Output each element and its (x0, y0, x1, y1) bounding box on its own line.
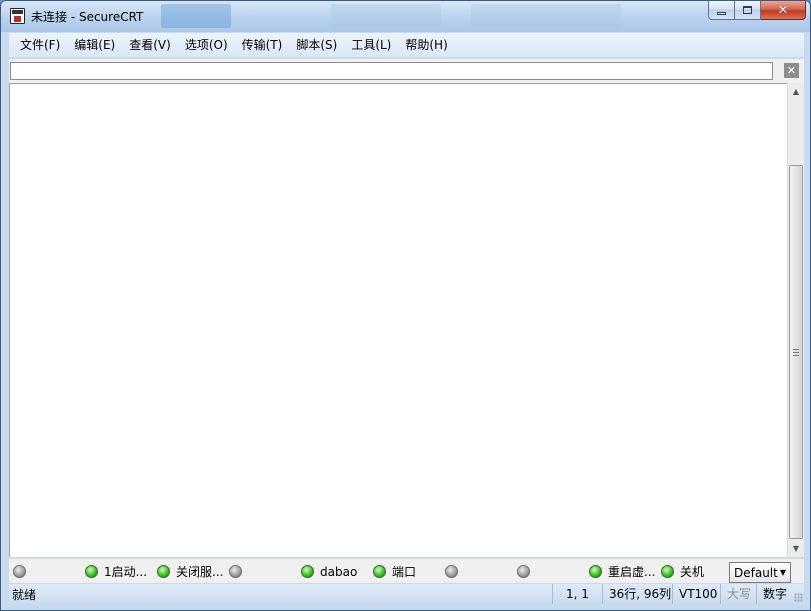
led-grey-icon (229, 565, 242, 578)
menu-edit[interactable]: 编辑(E) (67, 34, 122, 56)
status-num: 数字 (756, 584, 792, 604)
menu-script[interactable]: 脚本(S) (289, 34, 344, 56)
command-close-icon[interactable]: ✕ (784, 63, 799, 78)
securecrt-app-icon[interactable] (10, 8, 25, 24)
menu-view[interactable]: 查看(V) (122, 34, 178, 56)
chevron-down-icon: ▼ (779, 568, 786, 577)
button-label: dabao (320, 564, 358, 579)
led-grey-icon (517, 565, 530, 578)
vertical-scrollbar[interactable]: ▲ ▼ (787, 83, 804, 557)
window-title: 未连接 - SecureCRT (31, 10, 144, 24)
menu-file[interactable]: 文件(F) (13, 34, 67, 56)
status-ready: 就绪 (12, 587, 37, 602)
status-emulation: VT100 (672, 584, 720, 604)
maximize-button[interactable] (735, 1, 761, 20)
menu-tools[interactable]: 工具(L) (344, 34, 398, 56)
button-bar-button[interactable] (13, 563, 32, 580)
button-label: 关闭服... (176, 565, 224, 579)
led-green-icon (157, 565, 170, 578)
background-ghost (331, 4, 441, 28)
led-grey-icon (13, 565, 26, 578)
button-label: 重启虚... (608, 565, 656, 579)
menu-bar: 文件(F) 编辑(E) 查看(V) 选项(O) 传输(T) 脚本(S) 工具(L… (9, 33, 804, 57)
menu-options[interactable]: 选项(O) (178, 34, 235, 56)
status-cursor: 1, 1 (552, 584, 602, 604)
title-bar[interactable]: 未连接 - SecureCRT ✕ (1, 1, 810, 32)
command-window: ✕ (9, 59, 804, 83)
button-bar-button[interactable]: 端口 (373, 563, 416, 580)
status-caps: 大写 (720, 584, 756, 604)
scroll-up-icon[interactable]: ▲ (788, 83, 804, 100)
resize-grip-icon[interactable] (792, 584, 804, 604)
status-bar: 就绪 1, 1 36行, 96列 VT100 大写 数字 (9, 584, 804, 604)
securecrt-window: 未连接 - SecureCRT ✕ 文件(F) 编辑(E) 查看(V) 选项(O… (0, 0, 811, 611)
led-green-icon (301, 565, 314, 578)
background-ghost (161, 4, 231, 28)
caption-buttons: ✕ (708, 1, 806, 21)
button-label: 关机 (680, 565, 705, 579)
close-button[interactable]: ✕ (761, 1, 806, 20)
button-bar: 1启动... 关闭服... dabao 端口 重启虚... 关机 Default… (9, 558, 804, 583)
button-bar-button[interactable]: dabao (301, 563, 357, 580)
button-bar-button[interactable]: 1启动... (85, 563, 147, 580)
led-green-icon (373, 565, 386, 578)
maximize-icon (743, 6, 752, 14)
button-bar-button[interactable]: 重启虚... (589, 563, 655, 580)
button-bar-button[interactable]: 关机 (661, 563, 704, 580)
button-bar-button[interactable]: 关闭服... (157, 563, 223, 580)
scroll-thumb[interactable] (789, 165, 803, 539)
select-value: Default (734, 565, 778, 580)
minimize-button[interactable] (708, 1, 735, 20)
button-label: 端口 (392, 565, 417, 579)
background-ghost (471, 4, 621, 28)
led-green-icon (85, 565, 98, 578)
scroll-grip-icon (793, 349, 799, 356)
close-icon: ✕ (777, 2, 789, 18)
led-green-icon (589, 565, 602, 578)
button-bar-button[interactable] (445, 563, 464, 580)
led-grey-icon (445, 565, 458, 578)
minimize-icon (717, 11, 726, 15)
button-bar-button[interactable] (517, 563, 536, 580)
terminal-area[interactable] (9, 83, 787, 557)
button-label: 1启动... (104, 565, 148, 579)
button-bar-button[interactable] (229, 563, 248, 580)
button-bar-select[interactable]: Default ▼ (729, 562, 791, 583)
led-green-icon (661, 565, 674, 578)
menu-help[interactable]: 帮助(H) (398, 34, 454, 56)
command-input[interactable] (10, 62, 773, 80)
scroll-down-icon[interactable]: ▼ (788, 540, 804, 557)
menu-transfer[interactable]: 传输(T) (235, 34, 290, 56)
status-size: 36行, 96列 (602, 584, 672, 604)
